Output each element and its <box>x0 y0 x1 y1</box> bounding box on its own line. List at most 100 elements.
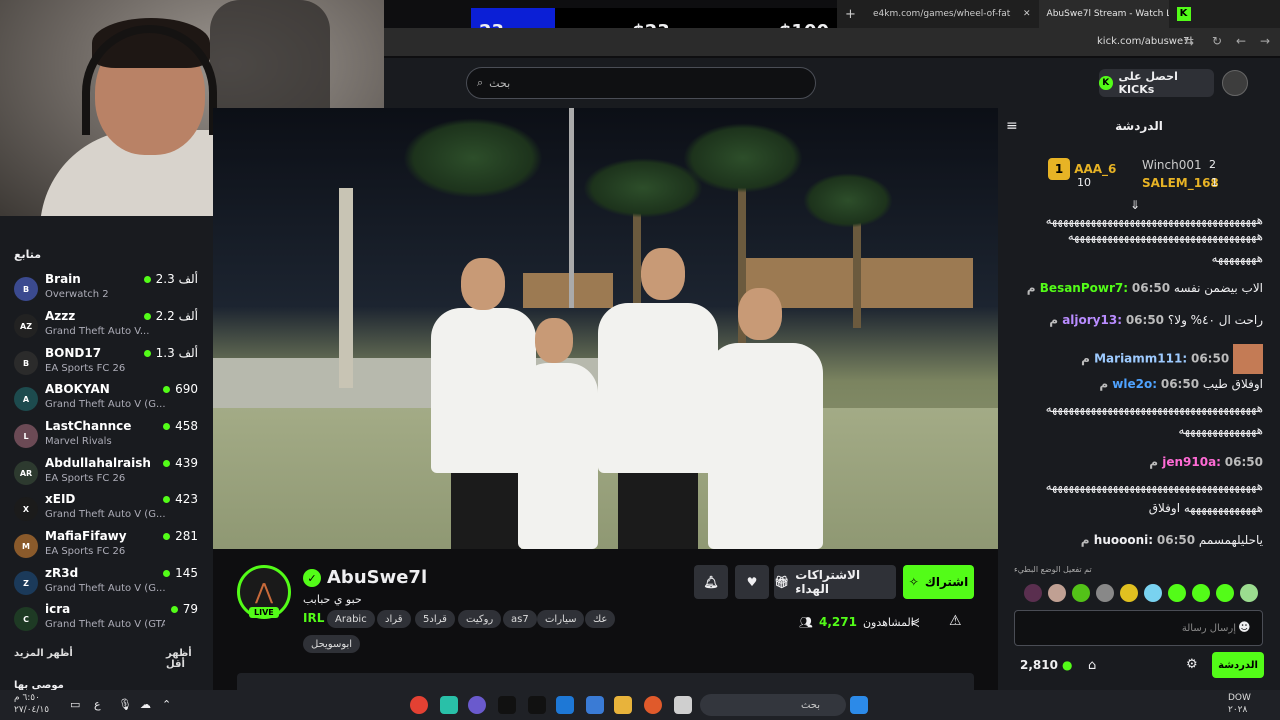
forward-icon[interactable]: → <box>1260 34 1270 48</box>
emote-icon[interactable] <box>1168 584 1186 602</box>
app-icon[interactable] <box>674 696 692 714</box>
tag[interactable]: Arabic <box>327 610 375 628</box>
emote-icon[interactable] <box>1192 584 1210 602</box>
sidebar-channel[interactable]: B Brain Overwatch 2 2.3 ألف <box>14 272 204 306</box>
get-kicks-button[interactable]: K احصل على KICKs <box>1099 69 1214 97</box>
chevron-up-icon[interactable]: ⌃ <box>162 698 171 711</box>
emoji-picker-icon[interactable]: ☻ <box>1238 620 1251 634</box>
show-more-button[interactable]: أظهر المزيد <box>14 648 73 659</box>
viewer-count: 2.3 ألف <box>155 272 198 286</box>
leaderboard-second[interactable]: Winch001 <box>1142 158 1202 172</box>
chrome-icon[interactable] <box>410 696 428 714</box>
channel-points[interactable]: 2,810 ● <box>1020 658 1072 672</box>
cloud-icon[interactable]: ☁ <box>140 698 151 711</box>
message-user[interactable]: wle2o: <box>1112 377 1157 391</box>
outlook-icon[interactable] <box>556 696 574 714</box>
new-tab-button[interactable]: + <box>837 7 865 22</box>
chat-send-button[interactable]: الدردشة <box>1212 652 1264 678</box>
user-avatar[interactable] <box>1222 70 1248 96</box>
tag[interactable]: سيارات <box>537 610 585 628</box>
sidebar-channel[interactable]: Z zR3d Grand Theft Auto V (G... 145 <box>14 566 204 600</box>
tab-wheel[interactable]: e4km.com/games/wheel-of-fat <box>865 9 1015 19</box>
rank-badge: 1 <box>1048 158 1070 180</box>
folder-icon[interactable] <box>614 696 632 714</box>
tag[interactable]: as7 <box>503 610 537 628</box>
video-player[interactable] <box>213 108 998 549</box>
search-input[interactable]: ⌕ بحث <box>466 67 816 99</box>
emote-icon[interactable] <box>1048 584 1066 602</box>
discord-icon[interactable] <box>468 696 486 714</box>
star-icon: ✧ <box>908 575 919 589</box>
sidebar-channel[interactable]: X xEID Grand Theft Auto V (G... 423 <box>14 492 204 526</box>
tiktok-icon[interactable] <box>528 696 546 714</box>
store-app-icon[interactable] <box>586 696 604 714</box>
message-user[interactable]: huoooni: <box>1094 533 1153 547</box>
message-user[interactable]: BesanPowr7: <box>1040 281 1128 295</box>
subscribe-button[interactable]: ✧ اشتراك <box>903 565 974 599</box>
close-tab-icon[interactable]: ✕ <box>1015 9 1039 19</box>
tag[interactable]: ابوسويحل <box>303 635 361 653</box>
message-text: اوفلاق طيب <box>1202 377 1263 391</box>
windows-start-icon[interactable] <box>850 696 868 714</box>
tab-kick[interactable]: AbuSwe7l Stream - Watch L <box>1038 0 1169 28</box>
points-value: 2,810 <box>1020 658 1058 672</box>
message-user[interactable]: Mariamm111: <box>1094 352 1187 366</box>
app-icon[interactable] <box>440 696 458 714</box>
message-user[interactable]: jen910a: <box>1162 455 1221 469</box>
store-icon[interactable]: ⌂ <box>1088 658 1096 673</box>
follow-button[interactable]: ♥ <box>735 565 769 599</box>
chat-input-placeholder: إرسال رسالة <box>1181 622 1236 634</box>
notification-icon[interactable]: ▭ <box>70 698 80 711</box>
tag[interactable]: قراد5 <box>415 610 455 628</box>
share-icon[interactable]: ⋞ <box>910 615 920 629</box>
chat-message: jen910a: 06:50 م <box>1013 454 1263 470</box>
emote-icon[interactable] <box>1072 584 1090 602</box>
reload-icon[interactable]: ↻ <box>1212 34 1222 48</box>
input-language[interactable]: ع <box>94 698 101 711</box>
category-link[interactable]: IRL <box>303 611 324 625</box>
sidebar-channel[interactable]: A ABOKYAN Grand Theft Auto V (G... 690 <box>14 382 204 416</box>
kick-extension-icon[interactable]: K <box>1169 7 1199 21</box>
address-bar[interactable]: kick.com/abuswe7l ⇆ ↻ ← → <box>384 28 1280 56</box>
message-text: ههههههههههههههههههههههههههههههههههه <box>1067 229 1263 243</box>
gift-subs-button[interactable]: 🎁︎ الاشتراكات الهداء <box>774 565 896 599</box>
taskbar-clock[interactable]: ٦:٥٠ م ٢٧/٠٤/١٥ <box>14 692 49 716</box>
message-user[interactable]: aljory13: <box>1062 313 1122 327</box>
emote-icon[interactable] <box>1096 584 1114 602</box>
os-taskbar: ٦:٥٠ م ٢٧/٠٤/١٥ ▭ ع 🎙︎ ☁ ⌃ بحث DOW ٢٠٢٨ <box>0 690 1280 720</box>
slow-mode-note: تم تفعيل الوضع البطيء <box>1014 565 1092 574</box>
sidebar-channel[interactable]: B BOND17 EA Sports FC 26 1.3 ألف <box>14 346 204 380</box>
back-icon[interactable]: ← <box>1236 34 1246 48</box>
gear-icon[interactable]: ⚙ <box>1186 657 1198 672</box>
sidebar-channel[interactable]: L LastChannce Marvel Rivals 458 <box>14 419 204 453</box>
emote-icon[interactable] <box>1240 584 1258 602</box>
sidebar-channel[interactable]: AZ Azzz Grand Theft Auto V... 2.2 ألف <box>14 309 204 343</box>
emote-icon[interactable] <box>1216 584 1234 602</box>
tag[interactable]: عك <box>585 610 616 628</box>
site-settings-icon[interactable]: ⇆ <box>1184 34 1194 48</box>
app-icon[interactable] <box>498 696 516 714</box>
chat-message: راحت ال ٤٠% ولا؟ aljory13: 06:50 م <box>1013 312 1263 328</box>
brave-icon[interactable] <box>644 696 662 714</box>
channel-name[interactable]: AbuSwe7l <box>327 567 427 588</box>
microphone-icon[interactable]: 🎙︎ <box>118 698 132 711</box>
emote-icon[interactable] <box>1120 584 1138 602</box>
taskbar-search[interactable]: بحث <box>700 694 846 716</box>
sidebar-channel[interactable]: M MafiaFifawy EA Sports FC 26 281 <box>14 529 204 563</box>
collapse-chat-icon[interactable]: ≡ <box>1006 118 1018 134</box>
leaderboard-third[interactable]: SALEM_168 <box>1142 176 1219 190</box>
emote-icon[interactable] <box>1144 584 1162 602</box>
emote-icon[interactable] <box>1024 584 1042 602</box>
notifications-button[interactable]: 🔔︎ <box>694 565 728 599</box>
show-less-button[interactable]: أظهر أقل <box>166 648 213 670</box>
sidebar-channel[interactable]: C icra Grand Theft Auto V (GTA) 79 <box>14 602 204 636</box>
tab-kick-label: AbuSwe7l Stream - Watch L <box>1046 9 1169 19</box>
tag[interactable]: روكيت <box>458 610 502 628</box>
tag[interactable]: قراد <box>377 610 411 628</box>
sidebar-channel[interactable]: AR Abdullahalraish EA Sports FC 26 439 <box>14 456 204 490</box>
scroll-down-icon[interactable]: ⇓ <box>1130 198 1140 212</box>
channel-name: Brain <box>45 272 81 286</box>
chat-input[interactable]: إرسال رسالة <box>1014 610 1263 646</box>
report-icon[interactable]: ⚠ <box>949 613 962 629</box>
url-text[interactable]: kick.com/abuswe7l <box>1097 36 1192 47</box>
